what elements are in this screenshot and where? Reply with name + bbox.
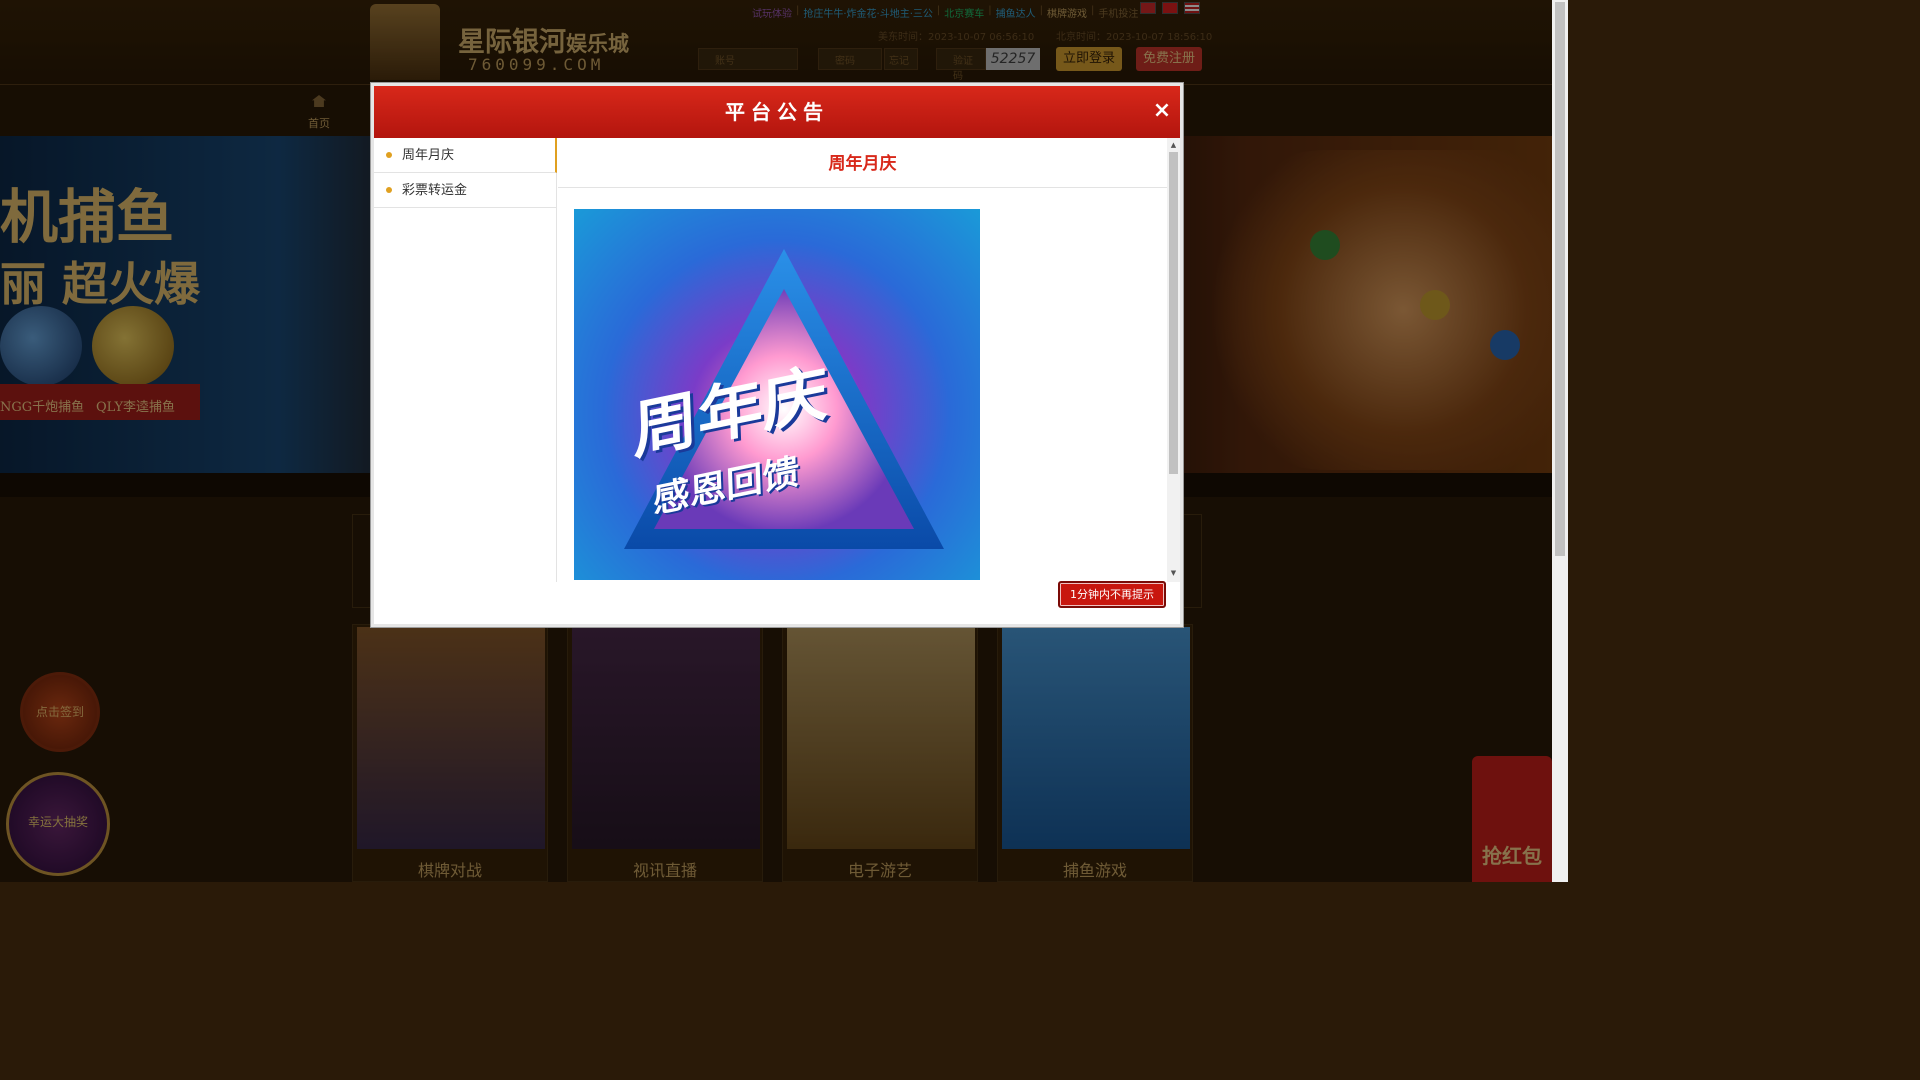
bullet-icon bbox=[386, 152, 392, 158]
scroll-down-icon[interactable]: ▼ bbox=[1169, 568, 1178, 578]
announcement-modal: 平台公告 × 周年月庆 彩票转运金 周年月庆 周年庆 感恩回馈 ▲ ▼ 1分钟内… bbox=[371, 83, 1183, 627]
announcement-tab-label: 彩票转运金 bbox=[402, 183, 468, 198]
announcement-title: 周年月庆 bbox=[558, 138, 1167, 188]
announcement-tab-label: 周年月庆 bbox=[402, 148, 455, 163]
page-scrollbar-thumb[interactable] bbox=[1555, 2, 1565, 556]
close-icon[interactable]: × bbox=[1152, 100, 1172, 122]
content-scrollbar[interactable]: ▲ ▼ bbox=[1167, 138, 1180, 582]
dismiss-one-minute-button[interactable]: 1分钟内不再提示 bbox=[1058, 581, 1166, 608]
page-scrollbar[interactable] bbox=[1552, 0, 1568, 882]
modal-header: 平台公告 × bbox=[374, 86, 1180, 138]
announcement-tab-lottery[interactable]: 彩票转运金 bbox=[374, 173, 557, 208]
announcement-tab-anniversary[interactable]: 周年月庆 bbox=[374, 138, 557, 173]
scroll-up-icon[interactable]: ▲ bbox=[1169, 140, 1178, 150]
announcement-list: 周年月庆 彩票转运金 bbox=[374, 138, 557, 582]
announcement-content: 周年月庆 周年庆 感恩回馈 bbox=[558, 138, 1167, 582]
content-scrollbar-thumb[interactable] bbox=[1169, 152, 1178, 474]
anniversary-poster-image: 周年庆 感恩回馈 bbox=[574, 209, 980, 580]
modal-title: 平台公告 bbox=[725, 100, 829, 124]
bullet-icon bbox=[386, 187, 392, 193]
